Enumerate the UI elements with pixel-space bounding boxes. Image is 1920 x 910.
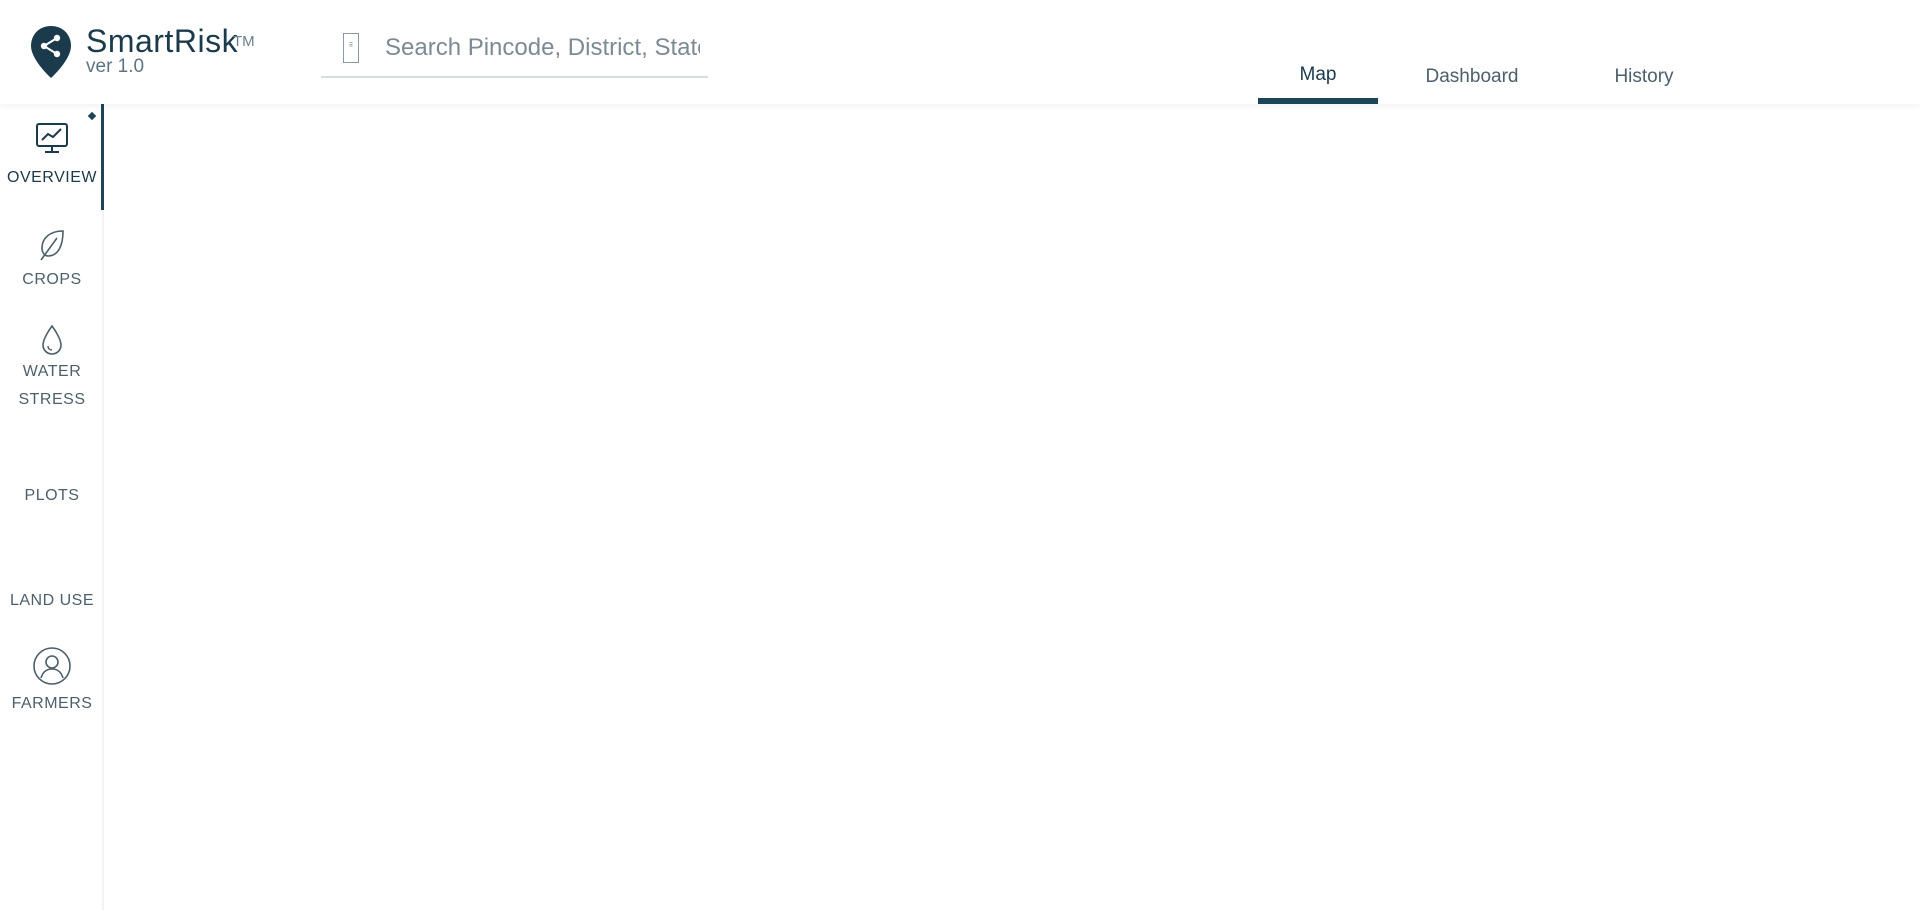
tab-history-label: History xyxy=(1614,66,1674,87)
sidebar-item-land-use[interactable]: LAND USE xyxy=(0,587,104,615)
sidebar-item-water-stress[interactable]: WATER STRESS xyxy=(0,324,104,414)
brand-trademark: TM xyxy=(233,33,255,50)
leaf-icon xyxy=(40,230,64,261)
sidebar-item-label: WATER STRESS xyxy=(18,363,86,408)
map-canvas[interactable] xyxy=(104,104,1920,910)
sidebar-item-crops[interactable]: CROPS xyxy=(0,228,104,294)
monitor-chart-icon xyxy=(36,123,68,153)
tab-dashboard[interactable]: Dashboard xyxy=(1412,0,1532,104)
sidebar-item-farmers[interactable]: FARMERS xyxy=(0,646,104,718)
search-bar: ⠿ xyxy=(321,28,708,78)
logo-share-pin-icon[interactable] xyxy=(29,24,73,80)
sidebar-item-plots[interactable]: PLOTS xyxy=(0,482,104,510)
tab-map-label: Map xyxy=(1299,64,1337,85)
sidebar-item-label: PLOTS xyxy=(24,487,80,504)
brand-name: SmartRisk xyxy=(86,23,239,59)
sidebar-item-label: LAND USE xyxy=(9,592,95,609)
sidebar-item-label: FARMERS xyxy=(11,695,93,712)
user-icon xyxy=(33,647,71,685)
sidebar-item-overview[interactable]: OVERVIEW xyxy=(0,122,104,192)
tab-map[interactable]: Map xyxy=(1258,0,1378,104)
tab-dashboard-label: Dashboard xyxy=(1425,66,1519,87)
search-icon[interactable]: ⠿ xyxy=(343,33,359,63)
search-input[interactable] xyxy=(385,30,700,66)
brand-version: ver 1.0 xyxy=(86,56,145,77)
water-drop-icon xyxy=(42,324,62,355)
sidebar: OVERVIEW CROPS WATER STRESS PLOTS LAND U… xyxy=(0,104,104,910)
sidebar-item-label: OVERVIEW xyxy=(7,169,97,186)
sidebar-item-label: CROPS xyxy=(22,271,82,288)
active-dot xyxy=(87,111,97,121)
tab-history[interactable]: History xyxy=(1594,0,1694,104)
app-header: SmartRisk TM ver 1.0 ⠿ Map Dashboard His… xyxy=(0,0,1920,104)
